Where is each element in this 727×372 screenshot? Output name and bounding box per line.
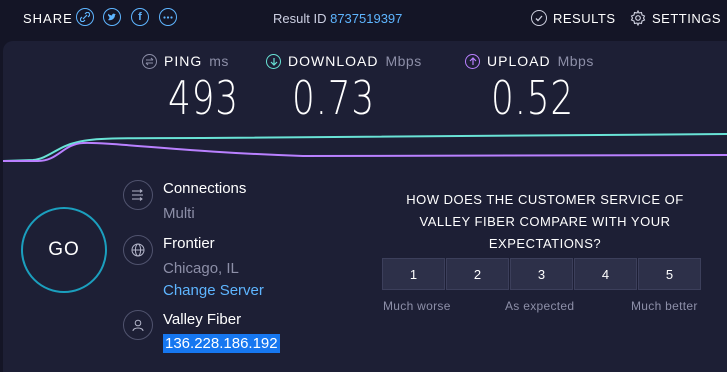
ping-metric: PING ms 493 xyxy=(142,53,259,125)
checkmark-icon xyxy=(531,10,547,26)
download-value: 0.73 xyxy=(292,71,376,125)
go-label: GO xyxy=(48,239,80,260)
rating-option-2[interactable]: 2 xyxy=(446,258,509,290)
upload-label: UPLOAD xyxy=(487,53,551,69)
ping-value: 493 xyxy=(168,71,239,125)
connections-value: Multi xyxy=(163,205,195,222)
ping-unit: ms xyxy=(209,53,229,69)
rating-label-low: Much worse xyxy=(383,299,451,313)
rating-option-1[interactable]: 1 xyxy=(382,258,445,290)
gear-icon xyxy=(630,10,646,26)
upload-value: 0.52 xyxy=(491,71,575,125)
settings-label: SETTINGS xyxy=(652,10,722,26)
download-arrow-icon xyxy=(266,53,281,69)
facebook-icon[interactable]: f xyxy=(131,8,149,26)
upload-unit: Mbps xyxy=(557,53,594,69)
rating-label-mid: As expected xyxy=(505,299,575,313)
result-id-caption: Result ID xyxy=(273,11,327,26)
result-id-label: Result ID 8737519397 xyxy=(273,11,402,26)
go-button[interactable]: GO xyxy=(21,207,107,293)
ping-label: PING xyxy=(164,53,203,69)
download-line xyxy=(3,133,727,162)
rating-option-5[interactable]: 5 xyxy=(638,258,701,290)
download-metric: DOWNLOAD Mbps 0.73 xyxy=(266,53,422,125)
results-panel: PING ms 493 DOWNLOAD Mbps 0.73 UPLOAD Mb… xyxy=(3,41,727,372)
provider-name: Valley Fiber xyxy=(163,311,242,328)
results-label: RESULTS xyxy=(553,10,616,26)
upload-metric: UPLOAD Mbps 0.52 xyxy=(465,53,597,125)
more-icon[interactable] xyxy=(159,8,177,26)
top-bar: SHARE f Result ID 8737519397 RESULTS SET… xyxy=(0,0,727,38)
result-id-link[interactable]: 8737519397 xyxy=(330,11,402,26)
survey-question: HOW DOES THE CUSTOMER SERVICE OF VALLEY … xyxy=(406,192,684,251)
ping-icon xyxy=(142,53,157,69)
twitter-icon[interactable] xyxy=(103,8,121,26)
server-name: Frontier xyxy=(163,235,215,252)
download-unit: Mbps xyxy=(385,53,422,69)
rating-option-4[interactable]: 4 xyxy=(574,258,637,290)
rating-option-3[interactable]: 3 xyxy=(510,258,573,290)
upload-line xyxy=(3,141,727,162)
share-label: SHARE xyxy=(23,11,73,26)
link-icon[interactable] xyxy=(76,8,94,26)
speed-graph xyxy=(3,133,727,162)
server-location: Chicago, IL xyxy=(163,260,239,277)
globe-icon xyxy=(123,235,153,265)
rating-scale: 1 2 3 4 5 xyxy=(382,258,702,290)
settings-button[interactable]: SETTINGS xyxy=(630,10,721,26)
user-icon xyxy=(123,310,153,340)
connections-title: Connections xyxy=(163,180,247,197)
results-button[interactable]: RESULTS xyxy=(531,10,616,26)
rating-label-high: Much better xyxy=(631,299,698,313)
upload-arrow-icon xyxy=(465,53,480,69)
download-label: DOWNLOAD xyxy=(288,53,379,69)
ip-address: 136.228.186.192 xyxy=(163,334,280,353)
change-server-link[interactable]: Change Server xyxy=(163,282,264,299)
connections-icon xyxy=(123,180,153,210)
